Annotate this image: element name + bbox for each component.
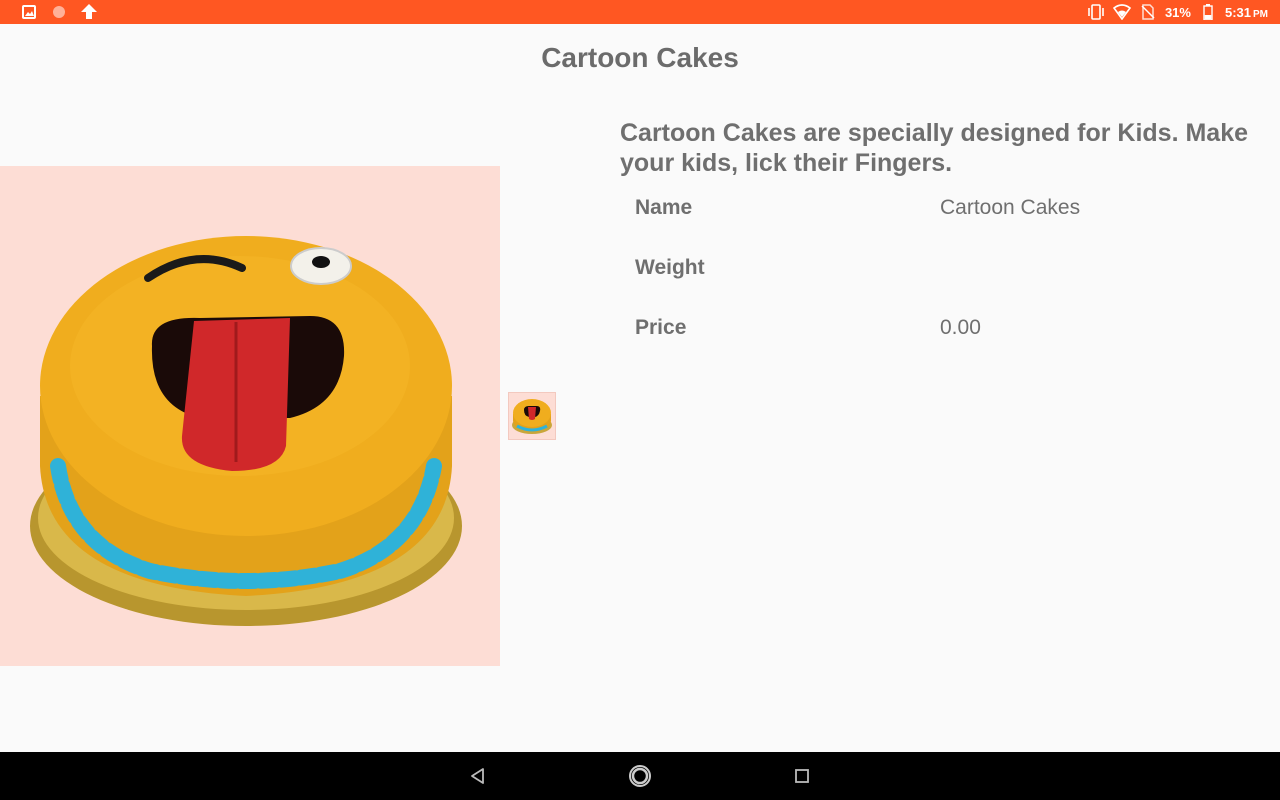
detail-row-name: Name Cartoon Cakes <box>635 196 1235 256</box>
home-icon[interactable] <box>620 756 660 796</box>
image-icon <box>20 3 38 21</box>
cake-illustration <box>30 236 462 626</box>
vibrate-icon <box>1087 3 1105 21</box>
battery-icon <box>1199 3 1217 21</box>
detail-value: Cartoon Cakes <box>940 196 1081 219</box>
back-icon[interactable] <box>458 756 498 796</box>
wifi-icon <box>1112 3 1131 21</box>
product-image[interactable] <box>0 166 500 666</box>
no-sim-icon <box>1139 3 1157 21</box>
detail-label: Price <box>635 316 687 339</box>
clock: 5:31 PM <box>1225 5 1268 20</box>
detail-row-weight: Weight <box>635 256 1235 316</box>
detail-row-price: Price 0.00 <box>635 316 1235 376</box>
product-details: Name Cartoon Cakes Weight Price 0.00 <box>635 196 1235 376</box>
clock-ampm: PM <box>1253 8 1268 20</box>
product-description: Cartoon Cakes are specially designed for… <box>620 119 1249 177</box>
circle-notification-icon <box>50 3 68 21</box>
product-thumbnail[interactable] <box>508 392 556 440</box>
cake-thumbnail-illustration <box>512 399 552 434</box>
page-title: Cartoon Cakes <box>541 42 739 73</box>
upload-arrow-icon <box>80 3 98 21</box>
status-bar: 31% 5:31 PM <box>0 0 1280 24</box>
clock-time: 5:31 <box>1224 4 1251 20</box>
detail-label: Name <box>635 196 693 219</box>
navigation-bar <box>0 752 1280 800</box>
detail-value: 0.00 <box>940 316 981 339</box>
detail-label: Weight <box>635 256 705 279</box>
battery-percent: 31% <box>1164 4 1191 20</box>
recents-icon[interactable] <box>782 756 822 796</box>
